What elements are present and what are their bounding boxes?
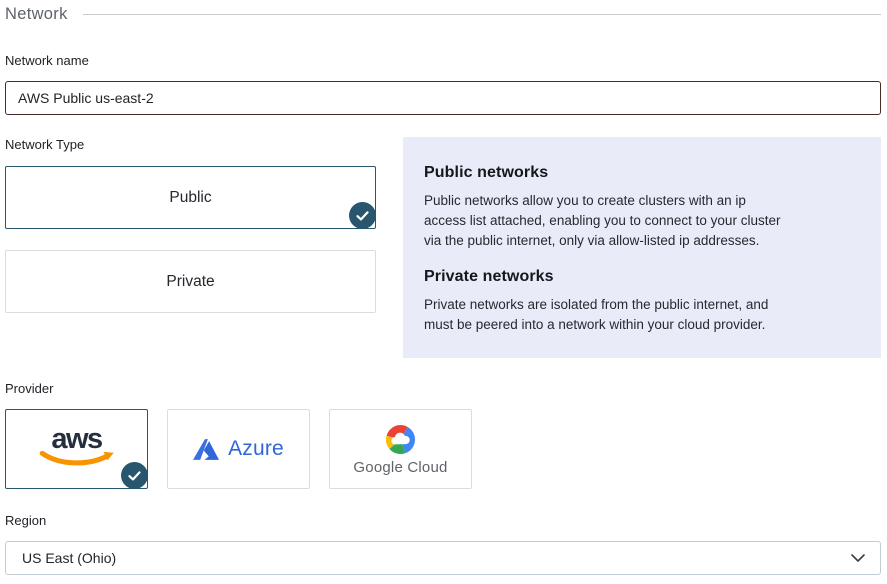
provider-option-aws[interactable]: aws	[5, 409, 148, 489]
network-type-option-public[interactable]: Public	[5, 166, 376, 229]
azure-mark-icon	[193, 438, 219, 461]
google-cloud-logo: Google Cloud	[353, 425, 447, 476]
network-name-input[interactable]	[5, 81, 881, 115]
info-heading: Private networks	[424, 268, 860, 286]
network-type-option-private[interactable]: Private	[5, 250, 376, 313]
region-select[interactable]: US East (Ohio)	[5, 541, 881, 575]
check-icon	[121, 462, 148, 489]
page-title: Network	[5, 5, 68, 24]
google-cloud-wordmark: Google Cloud	[353, 459, 447, 476]
azure-logo: Azure	[193, 437, 284, 461]
network-type-row: Network Type Public Private Public netwo…	[5, 137, 881, 358]
info-heading: Public networks	[424, 164, 860, 182]
provider-label: Provider	[5, 381, 881, 397]
info-body: Private networks are isolated from the p…	[424, 295, 860, 335]
aws-logo: aws	[33, 426, 121, 468]
section-divider	[83, 14, 881, 15]
provider-option-azure[interactable]: Azure	[167, 409, 310, 489]
network-type-info-panel: Public networks Public networks allow yo…	[403, 137, 881, 358]
aws-wordmark: aws	[51, 426, 101, 452]
network-form: Network Network name Network Type Public…	[0, 0, 887, 584]
azure-wordmark: Azure	[228, 437, 284, 461]
network-type-option-label: Private	[166, 273, 214, 291]
region-selected-value: US East (Ohio)	[22, 550, 116, 566]
network-type-column: Network Type Public Private	[5, 137, 376, 313]
check-icon	[349, 202, 376, 229]
network-name-label: Network name	[5, 53, 881, 69]
provider-row: aws Azure	[5, 409, 881, 489]
network-type-label: Network Type	[5, 137, 376, 153]
region-label: Region	[5, 513, 881, 529]
info-section-private: Private networks Private networks are is…	[424, 268, 860, 335]
info-section-public: Public networks Public networks allow yo…	[424, 164, 860, 251]
aws-swoosh-icon	[33, 451, 121, 468]
info-body: Public networks allow you to create clus…	[424, 191, 860, 251]
chevron-down-icon	[851, 554, 865, 562]
provider-option-google-cloud[interactable]: Google Cloud	[329, 409, 472, 489]
network-type-option-label: Public	[169, 189, 211, 207]
google-cloud-mark-icon	[386, 425, 415, 454]
section-header: Network	[5, 5, 881, 24]
